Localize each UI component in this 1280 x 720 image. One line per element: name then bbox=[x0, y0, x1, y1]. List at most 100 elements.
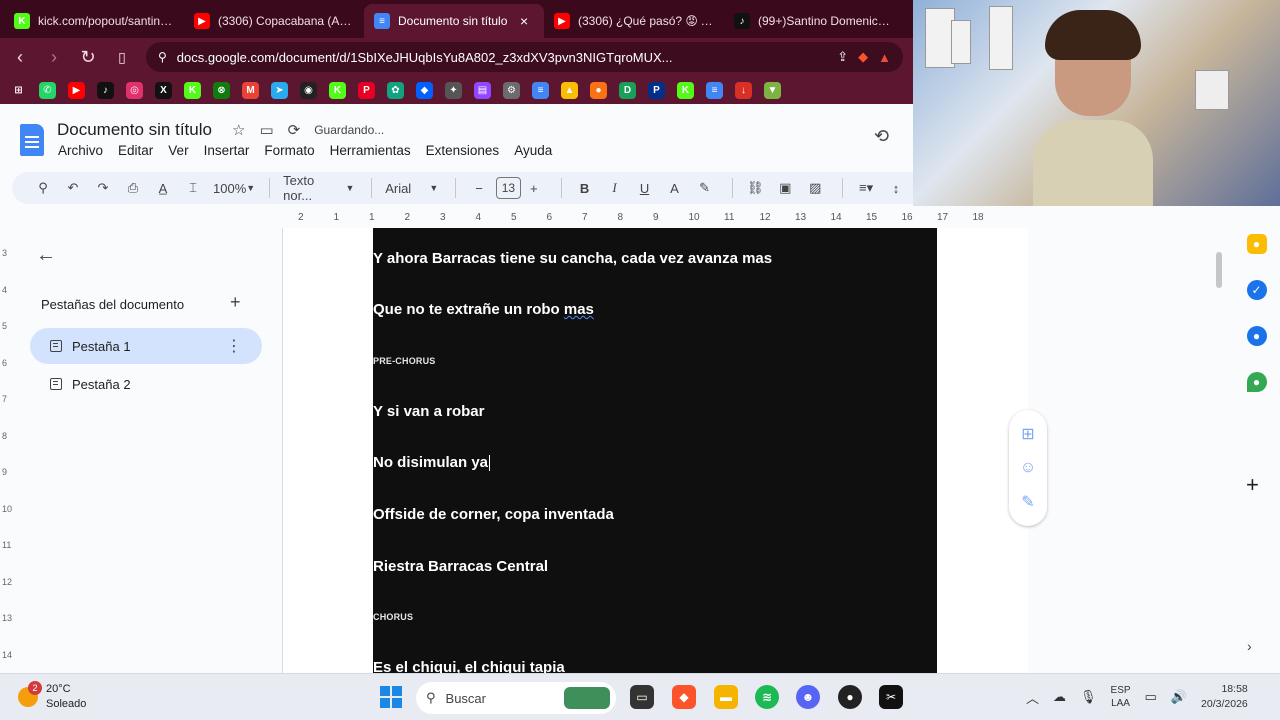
print-icon[interactable]: ⎙ bbox=[120, 176, 146, 200]
windows-start-icon[interactable] bbox=[380, 686, 402, 708]
docs-icon[interactable]: ≡ bbox=[706, 81, 723, 99]
move-folder-icon[interactable]: ▭ bbox=[259, 121, 273, 139]
tasks-icon[interactable]: ✓ bbox=[1246, 280, 1267, 300]
add-comment-icon[interactable]: ▣ bbox=[772, 176, 798, 200]
section-heading[interactable]: PRE-CHORUS bbox=[373, 356, 436, 366]
document-title[interactable]: Documento sin título bbox=[57, 120, 212, 140]
kick-icon[interactable]: K bbox=[184, 81, 201, 99]
browser-tab[interactable]: ♪ (99+)Santino Domenichini bbox=[724, 4, 904, 38]
menu-item[interactable]: Insertar bbox=[204, 143, 250, 158]
reload-icon[interactable]: ↻ bbox=[78, 47, 98, 67]
vertical-ruler[interactable]: 3 4 5 6 7 8 9 10 11 12 13 14 bbox=[0, 228, 14, 673]
browser-tab[interactable]: Kkick.com/popout/santinodc bbox=[4, 4, 184, 38]
font-size-field[interactable]: 13 bbox=[496, 177, 521, 199]
deezer-icon[interactable]: D bbox=[619, 81, 636, 99]
browser-tab[interactable]: ▶ (3306) Copacabana (At the bbox=[184, 4, 364, 38]
menu-item[interactable]: Herramientas bbox=[330, 143, 411, 158]
search-menus-icon[interactable]: ⚲ bbox=[30, 176, 56, 200]
settings-icon[interactable]: ⚙ bbox=[503, 81, 520, 99]
star-icon[interactable]: ☆ bbox=[232, 121, 245, 139]
close-tab-icon[interactable]: × bbox=[520, 13, 534, 29]
whatsapp-icon[interactable]: ✆ bbox=[39, 81, 56, 99]
document-line[interactable]: Y si van a robar bbox=[373, 403, 484, 420]
taskbar-search[interactable]: ⚲ Buscar bbox=[416, 682, 616, 714]
redo-icon[interactable]: ↷ bbox=[90, 176, 116, 200]
kick-icon[interactable]: K bbox=[329, 81, 346, 99]
insert-image-icon[interactable]: ▨ bbox=[802, 176, 828, 200]
increase-font-size-icon[interactable]: + bbox=[521, 176, 547, 200]
menu-item[interactable]: Ayuda bbox=[514, 143, 552, 158]
align-icon[interactable]: ≡▾ bbox=[853, 176, 879, 200]
twitch-icon[interactable]: ▤ bbox=[474, 81, 491, 99]
paypal-icon[interactable]: P bbox=[648, 81, 665, 99]
document-line[interactable]: Y ahora Barracas tiene su cancha, cada v… bbox=[373, 250, 772, 267]
document-text-block[interactable]: Y ahora Barracas tiene su cancha, cada v… bbox=[373, 228, 937, 673]
browser-tab[interactable]: ≡ Documento sin título × bbox=[364, 4, 544, 38]
site-info-icon[interactable]: ⚲ bbox=[158, 50, 167, 64]
bookmark-icon[interactable]: ▯ bbox=[112, 47, 132, 67]
scrollbar[interactable] bbox=[1216, 252, 1222, 288]
section-heading[interactable]: CHORUS bbox=[373, 612, 413, 622]
add-comment-icon[interactable]: ⊞ bbox=[1021, 424, 1034, 444]
task-view-icon[interactable]: ▭ bbox=[630, 685, 654, 709]
orange-icon[interactable]: ● bbox=[590, 81, 607, 99]
file-explorer-icon[interactable]: ▬ bbox=[714, 685, 738, 709]
chevron-up-icon[interactable]: ︿ bbox=[1026, 688, 1039, 707]
italic-icon[interactable]: I bbox=[602, 176, 628, 200]
gmail-icon[interactable]: M bbox=[242, 81, 259, 99]
document-line[interactable]: Offside de corner, copa inventada bbox=[373, 506, 614, 523]
kick-icon[interactable]: K bbox=[677, 81, 694, 99]
openai-icon[interactable]: ✦ bbox=[445, 81, 462, 99]
arrow-icon[interactable]: ▼ bbox=[764, 81, 781, 99]
spelling-error[interactable]: mas bbox=[564, 301, 594, 318]
brave-shield-icon[interactable]: ◆ bbox=[858, 49, 868, 65]
horizontal-ruler[interactable]: 2 1 1 2 3 4 5 6 7 8 9 10 11 12 13 14 15 16 17 18 bbox=[282, 212, 1027, 226]
dropbox-icon[interactable]: ◆ bbox=[416, 81, 433, 99]
paragraph-style-select[interactable]: Texto nor... ▼ bbox=[280, 173, 357, 203]
capcut-icon[interactable]: ✂ bbox=[879, 685, 903, 709]
menu-item[interactable]: Ver bbox=[168, 143, 188, 158]
chevron-right-icon[interactable]: › bbox=[1247, 638, 1252, 654]
discord-icon[interactable]: ☻ bbox=[796, 685, 820, 709]
microphone-icon[interactable]: 🎙 bbox=[1080, 689, 1097, 705]
pinterest-icon[interactable]: P bbox=[358, 81, 375, 99]
document-page[interactable]: Y ahora Barracas tiene su cancha, cada v… bbox=[283, 228, 1028, 673]
xbox-icon[interactable]: ⊗ bbox=[213, 81, 230, 99]
keep-icon[interactable]: ● bbox=[1246, 234, 1267, 254]
back-arrow-icon[interactable]: ← bbox=[36, 244, 56, 267]
url-field[interactable]: ⚲ docs.google.com/document/d/1SbIXeJHUqb… bbox=[146, 42, 903, 72]
more-options-icon[interactable]: ⋮ bbox=[226, 336, 242, 356]
sidebar-item-tab-1[interactable]: Pestaña 1 ⋮ bbox=[30, 328, 262, 364]
contacts-icon[interactable]: ● bbox=[1246, 326, 1267, 346]
spotify-icon[interactable]: ≋ bbox=[755, 685, 779, 709]
bold-icon[interactable]: B bbox=[572, 176, 598, 200]
x-icon[interactable]: X bbox=[155, 81, 172, 99]
language-indicator[interactable]: ESP LAA bbox=[1111, 684, 1131, 710]
download-icon[interactable]: ↓ bbox=[735, 81, 752, 99]
paint-format-icon[interactable]: ⌶ bbox=[180, 176, 206, 200]
brave-browser-icon[interactable]: ◆ bbox=[672, 685, 696, 709]
tiktok-icon[interactable]: ♪ bbox=[97, 81, 114, 99]
youtube-icon[interactable]: ▶ bbox=[68, 81, 85, 99]
maps-icon[interactable]: ● bbox=[1246, 372, 1267, 392]
menu-item[interactable]: Editar bbox=[118, 143, 153, 158]
font-family-select[interactable]: Arial ▼ bbox=[382, 176, 441, 200]
menu-item[interactable]: Archivo bbox=[58, 143, 103, 158]
github-icon[interactable]: ◉ bbox=[300, 81, 317, 99]
add-tab-icon[interactable]: + bbox=[230, 292, 241, 313]
instagram-icon[interactable]: ◎ bbox=[126, 81, 143, 99]
line-spacing-icon[interactable]: ↕ bbox=[883, 176, 909, 200]
clock[interactable]: 18:58 20/3/2026 bbox=[1201, 682, 1248, 712]
decrease-font-size-icon[interactable]: − bbox=[466, 176, 492, 200]
docs-icon[interactable]: ≡ bbox=[532, 81, 549, 99]
sidebar-item-tab-2[interactable]: Pestaña 2 bbox=[30, 366, 262, 402]
telegram-icon[interactable]: ➤ bbox=[271, 81, 288, 99]
document-line[interactable]: Que no te extrañe un robo mas bbox=[373, 301, 594, 318]
docs-logo-icon[interactable] bbox=[20, 124, 44, 156]
volume-icon[interactable]: 🔊 bbox=[1171, 689, 1187, 705]
highlight-icon[interactable]: ✎ bbox=[692, 176, 718, 200]
undo-icon[interactable]: ↶ bbox=[60, 176, 86, 200]
drive-icon[interactable]: ▲ bbox=[561, 81, 578, 99]
spellcheck-icon[interactable]: A̲ bbox=[150, 176, 176, 200]
weather-widget[interactable]: 2 20°C Soleado bbox=[18, 681, 86, 712]
